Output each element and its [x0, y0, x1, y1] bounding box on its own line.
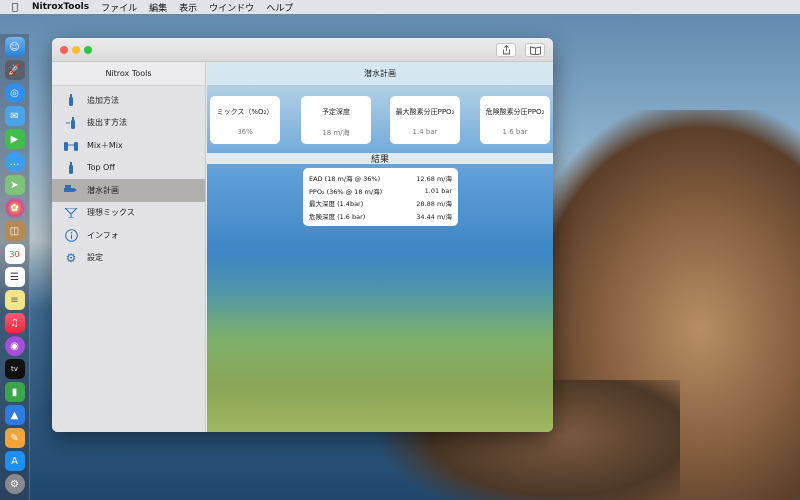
- sidebar-item-label: 理想ミックス: [87, 208, 135, 218]
- sidebar-item-add-method[interactable]: 追加方法: [52, 89, 205, 112]
- sidebar-item-label: Top Off: [87, 163, 115, 173]
- card-value[interactable]: 36%: [237, 128, 253, 136]
- facetime-icon[interactable]: ▶: [4, 129, 25, 149]
- result-row: PPO₂ (36% @ 18 m/海) 1.01 bar: [309, 185, 452, 198]
- result-row: 最大深度 (1.4bar) 28.88 m/海: [309, 197, 452, 210]
- ideal-mix-icon: [64, 206, 78, 220]
- reminders-icon[interactable]: ☰: [4, 267, 25, 287]
- result-label: 危険深度 (1.6 bar): [309, 212, 366, 221]
- sidebar-item-info[interactable]: インフォ: [52, 224, 205, 247]
- card-value[interactable]: 1.6 bar: [503, 128, 528, 136]
- card-value[interactable]: 18 m/海: [322, 128, 349, 138]
- sidebar-item-top-off[interactable]: Top Off: [52, 157, 205, 180]
- menu-view[interactable]: 表示: [179, 1, 197, 14]
- sidebar-item-settings[interactable]: ⚙ 設定: [52, 247, 205, 270]
- gear-icon: ⚙: [65, 250, 77, 265]
- sidebar-item-ideal-mix[interactable]: 理想ミックス: [52, 202, 205, 225]
- fullscreen-button[interactable]: [84, 46, 92, 54]
- result-row: 危険深度 (1.6 bar) 34.44 m/海: [309, 210, 452, 223]
- share-icon: [502, 45, 510, 55]
- sidebar-item-drain-method[interactable]: 抜出す方法: [52, 112, 205, 135]
- title-bar: [52, 38, 553, 62]
- page-title: 潜水計画: [207, 62, 553, 86]
- sidebar-item-label: インフォ: [87, 230, 119, 240]
- mail-icon[interactable]: ✉: [4, 106, 25, 126]
- music-icon[interactable]: ♫: [4, 313, 25, 333]
- card-label: 予定深度: [322, 108, 350, 116]
- finder-icon[interactable]: ☺: [4, 37, 25, 57]
- results-card: EAD (18 m/海 @ 36%) 12.68 m/海 PPO₂ (36% @…: [303, 168, 458, 226]
- photos-icon[interactable]: ✿: [4, 198, 25, 218]
- menu-edit[interactable]: 編集: [149, 1, 167, 14]
- sidebar-item-label: 抜出す方法: [87, 118, 127, 128]
- apple-icon[interactable]: : [12, 2, 18, 13]
- sidebar: Nitrox Tools 追加方法 抜出す方法 Mix＋Mix Top Off: [52, 62, 206, 432]
- tank-icon: [64, 93, 78, 107]
- depth-input-card[interactable]: 予定深度 18 m/海: [301, 96, 371, 144]
- card-label: ミックス（%O₂）: [216, 108, 274, 116]
- sidebar-item-label: 潜水計画: [87, 185, 119, 195]
- sidebar-item-mix-mix[interactable]: Mix＋Mix: [52, 134, 205, 157]
- results-title: 結果: [207, 153, 553, 165]
- pages-icon[interactable]: ✎: [4, 428, 25, 448]
- mix-icon: [64, 138, 78, 152]
- info-icon: [64, 228, 78, 242]
- settings-icon[interactable]: ⚙: [4, 474, 25, 494]
- result-value: 1.01 bar: [424, 186, 452, 195]
- sidebar-item-dive-plan[interactable]: 潜水計画: [52, 179, 205, 202]
- tv-icon[interactable]: tv: [4, 359, 25, 379]
- maps-icon[interactable]: ➤: [4, 175, 25, 195]
- launchpad-icon[interactable]: 🚀: [4, 60, 25, 80]
- result-row: EAD (18 m/海 @ 36%) 12.68 m/海: [309, 172, 452, 185]
- dive-plan-icon: [64, 183, 78, 197]
- mix-input-card[interactable]: ミックス（%O₂） 36%: [210, 96, 280, 144]
- card-value[interactable]: 1.4 bar: [413, 128, 438, 136]
- card-label: 最大酸素分圧PPO₂: [395, 108, 455, 116]
- book-icon: [529, 45, 541, 55]
- result-value: 12.68 m/海: [416, 175, 452, 184]
- menu-app-name[interactable]: NitroxTools: [32, 2, 89, 12]
- sidebar-title: Nitrox Tools: [52, 62, 205, 86]
- share-button[interactable]: [496, 43, 516, 57]
- result-value: 34.44 m/海: [416, 212, 452, 221]
- result-label: PPO₂ (36% @ 18 m/海): [309, 187, 383, 196]
- messages-icon[interactable]: …: [4, 152, 25, 172]
- app-window: Nitrox Tools 追加方法 抜出す方法 Mix＋Mix Top Off: [52, 38, 553, 432]
- menu-window[interactable]: ウインドウ: [209, 1, 254, 14]
- numbers-icon[interactable]: ▮: [4, 382, 25, 402]
- notes-icon[interactable]: ≡: [4, 290, 25, 310]
- result-value: 28.88 m/海: [416, 200, 452, 209]
- result-label: 最大深度 (1.4bar): [309, 200, 364, 209]
- app-store-icon[interactable]: A: [4, 451, 25, 471]
- dock: ☺ 🚀 ◎ ✉ ▶ … ➤ ✿ ◫ 30 ☰ ≡ ♫ ◉ tv ▮ ▲ ✎ A …: [0, 34, 30, 500]
- keynote-icon[interactable]: ▲: [4, 405, 25, 425]
- sidebar-item-label: 追加方法: [87, 95, 119, 105]
- result-label: EAD (18 m/海 @ 36%): [309, 175, 381, 184]
- menu-bar:  NitroxTools ファイル 編集 表示 ウインドウ ヘルプ: [0, 0, 800, 14]
- sidebar-item-label: Mix＋Mix: [87, 140, 123, 150]
- safari-icon[interactable]: ◎: [4, 83, 25, 103]
- menu-file[interactable]: ファイル: [101, 1, 137, 14]
- sidebar-item-label: 設定: [87, 253, 103, 263]
- card-label: 危険酸素分圧PPO₂: [485, 108, 545, 116]
- close-button[interactable]: [60, 46, 68, 54]
- minimize-button[interactable]: [72, 46, 80, 54]
- podcasts-icon[interactable]: ◉: [4, 336, 25, 356]
- tank-topoff-icon: [64, 161, 78, 175]
- calendar-icon[interactable]: 30: [4, 244, 25, 264]
- reader-button[interactable]: [525, 43, 545, 57]
- tank-drain-icon: [64, 116, 78, 130]
- input-cards: ミックス（%O₂） 36% 予定深度 18 m/海 最大酸素分圧PPO₂ 1.4…: [207, 96, 553, 144]
- menu-help[interactable]: ヘルプ: [266, 1, 293, 14]
- danger-ppo2-input-card[interactable]: 危険酸素分圧PPO₂ 1.6 bar: [480, 96, 550, 144]
- main-panel: 潜水計画 ミックス（%O₂） 36% 予定深度 18 m/海 最大酸素分圧PPO…: [207, 62, 553, 432]
- contacts-icon[interactable]: ◫: [4, 221, 25, 241]
- max-ppo2-input-card[interactable]: 最大酸素分圧PPO₂ 1.4 bar: [390, 96, 460, 144]
